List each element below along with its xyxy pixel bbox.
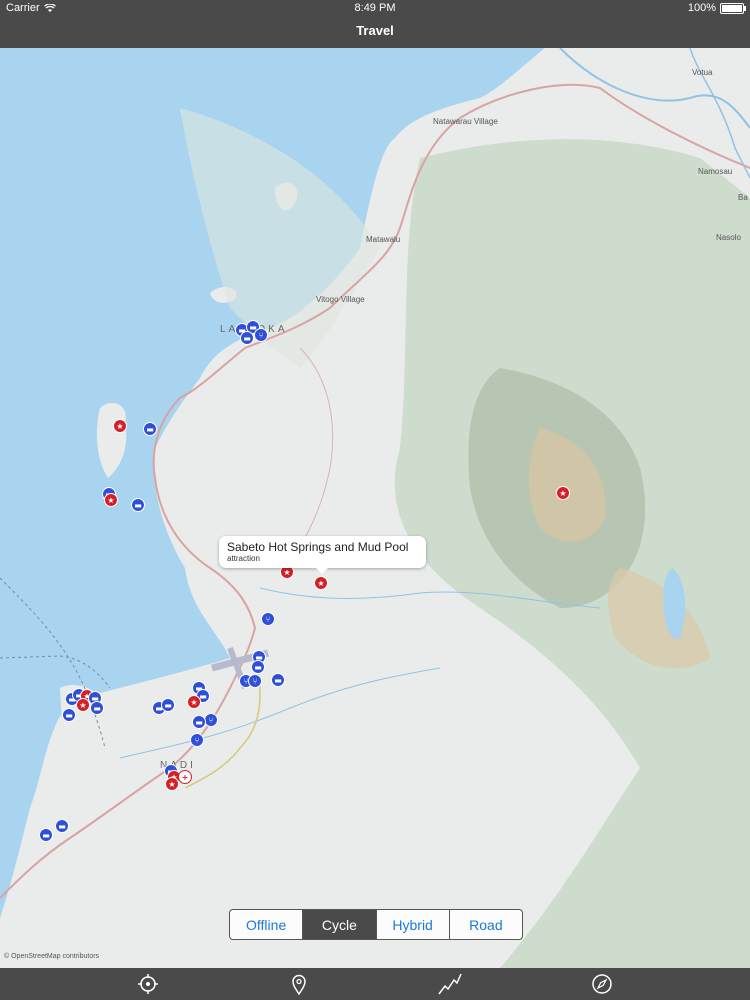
hotel-marker[interactable]: ▬ bbox=[131, 498, 145, 512]
attraction-marker[interactable]: ★ bbox=[556, 486, 570, 500]
compass-button[interactable] bbox=[588, 970, 616, 998]
map-type-control[interactable]: Offline Cycle Hybrid Road bbox=[229, 909, 523, 940]
bottom-toolbar bbox=[0, 968, 750, 1000]
restaurant-marker[interactable]: ⑂ bbox=[204, 713, 218, 727]
map-base bbox=[0, 48, 750, 968]
map-attribution[interactable]: © OpenStreetMap contributors bbox=[4, 953, 99, 960]
hotel-marker[interactable]: ▬ bbox=[55, 819, 69, 833]
status-bar: Carrier 8:49 PM 100% bbox=[0, 0, 750, 16]
restaurant-marker[interactable]: ⑂ bbox=[261, 612, 275, 626]
label-ba: Ba bbox=[738, 193, 748, 202]
hospital-marker[interactable]: + bbox=[178, 770, 192, 784]
attraction-marker[interactable]: ★ bbox=[76, 698, 90, 712]
restaurant-marker[interactable]: ⑂ bbox=[254, 328, 268, 342]
label-matawalu: Matawalu bbox=[366, 235, 401, 244]
hotel-marker[interactable]: ▬ bbox=[161, 698, 175, 712]
map-type-road[interactable]: Road bbox=[450, 910, 522, 939]
map-view[interactable]: Votua Natawarau Village Namosau Ba Nasol… bbox=[0, 48, 750, 968]
route-button[interactable] bbox=[436, 970, 464, 998]
map-type-offline[interactable]: Offline bbox=[230, 910, 304, 939]
hotel-marker[interactable]: ▬ bbox=[39, 828, 53, 842]
route-icon bbox=[438, 973, 462, 995]
hotel-marker[interactable]: ▬ bbox=[192, 715, 206, 729]
pin-icon bbox=[292, 974, 306, 995]
callout-subtitle: attraction bbox=[227, 554, 260, 563]
restaurant-marker[interactable]: ⑂ bbox=[248, 674, 262, 688]
attraction-marker[interactable]: ★ bbox=[113, 419, 127, 433]
battery-icon bbox=[720, 2, 746, 14]
attraction-marker[interactable]: ★ bbox=[104, 493, 118, 507]
sabeto-hot-springs-marker[interactable]: ★ bbox=[314, 576, 328, 590]
poi-callout[interactable]: Sabeto Hot Springs and Mud Pool attracti… bbox=[219, 536, 426, 574]
pin-button[interactable] bbox=[285, 970, 313, 998]
attraction-marker[interactable]: ★ bbox=[187, 695, 201, 709]
map-type-hybrid[interactable]: Hybrid bbox=[377, 910, 450, 939]
locate-icon bbox=[138, 974, 158, 994]
hotel-marker[interactable]: ▬ bbox=[271, 673, 285, 687]
locate-button[interactable] bbox=[134, 970, 162, 998]
label-natawarau: Natawarau Village bbox=[433, 117, 498, 126]
label-vitogo: Vitogo Village bbox=[316, 295, 365, 304]
callout-title: Sabeto Hot Springs and Mud Pool bbox=[227, 540, 409, 554]
restaurant-marker[interactable]: ⑂ bbox=[190, 733, 204, 747]
label-nasolo: Nasolo bbox=[716, 233, 741, 242]
hotel-marker[interactable]: ▬ bbox=[143, 422, 157, 436]
hotel-marker[interactable]: ▬ bbox=[240, 331, 254, 345]
battery-percent: 100% bbox=[687, 2, 716, 14]
label-votua: Votua bbox=[692, 68, 713, 77]
nav-title: Travel bbox=[0, 16, 750, 48]
attraction-marker[interactable]: ★ bbox=[165, 777, 179, 791]
label-namosau: Namosau bbox=[698, 167, 733, 176]
status-time: 8:49 PM bbox=[354, 2, 396, 14]
map-type-cycle[interactable]: Cycle bbox=[303, 910, 377, 939]
hotel-marker[interactable]: ▬ bbox=[251, 660, 265, 674]
hotel-marker[interactable]: ▬ bbox=[90, 701, 104, 715]
battery-group: 100% bbox=[687, 2, 746, 14]
compass-icon bbox=[592, 974, 612, 994]
hotel-marker[interactable]: ▬ bbox=[62, 708, 76, 722]
